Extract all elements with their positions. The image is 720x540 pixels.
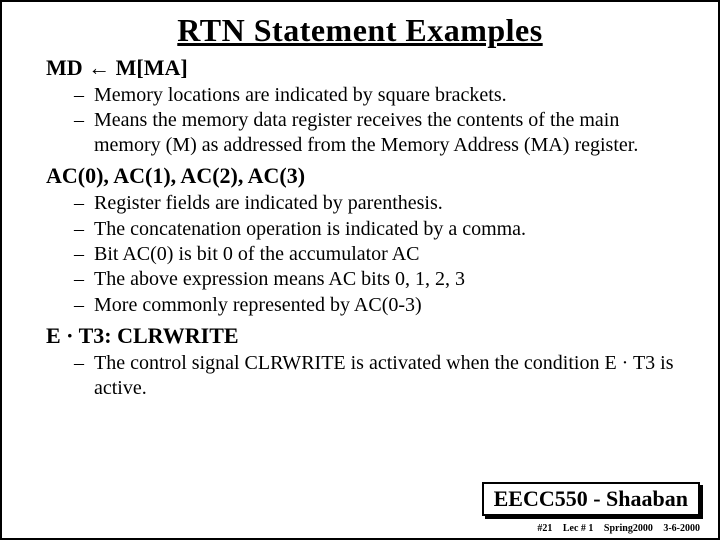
section-heading-2: AC(0), AC(1), AC(2), AC(3) xyxy=(46,163,688,189)
section-list-2: Register fields are indicated by parenth… xyxy=(46,191,688,317)
list-item: Memory locations are indicated by square… xyxy=(78,83,688,107)
section-list-1: Memory locations are indicated by square… xyxy=(46,83,688,157)
list-item: Means the memory data register receives … xyxy=(78,108,688,157)
list-item: The concatenation operation is indicated… xyxy=(78,217,688,241)
list-item: More commonly represented by AC(0-3) xyxy=(78,293,688,317)
footer-term: Spring2000 xyxy=(604,523,653,534)
footer-date: 3-6-2000 xyxy=(663,523,700,534)
footer-lecture: Lec # 1 xyxy=(563,523,594,534)
footer-slide-number: #21 xyxy=(537,523,552,534)
slide-frame: RTN Statement Examples MD ← M[MA] Memory… xyxy=(0,0,720,540)
slide-title: RTN Statement Examples xyxy=(2,12,718,49)
list-item: Bit AC(0) is bit 0 of the accumulator AC xyxy=(78,242,688,266)
section-list-3: The control signal CLRWRITE is activated… xyxy=(46,351,688,400)
section-heading-1: MD ← M[MA] xyxy=(46,55,688,81)
footer-course-box: EECC550 - Shaaban xyxy=(482,482,700,516)
section-heading-3: E · T3: CLRWRITE xyxy=(46,323,688,349)
footer-meta: #21 Lec # 1 Spring2000 3-6-2000 xyxy=(529,523,700,534)
footer-course-label: EECC550 - Shaaban xyxy=(482,482,700,516)
list-item: The control signal CLRWRITE is activated… xyxy=(78,351,688,400)
list-item: The above expression means AC bits 0, 1,… xyxy=(78,267,688,291)
slide-content: MD ← M[MA] Memory locations are indicate… xyxy=(2,55,718,400)
list-item: Register fields are indicated by parenth… xyxy=(78,191,688,215)
